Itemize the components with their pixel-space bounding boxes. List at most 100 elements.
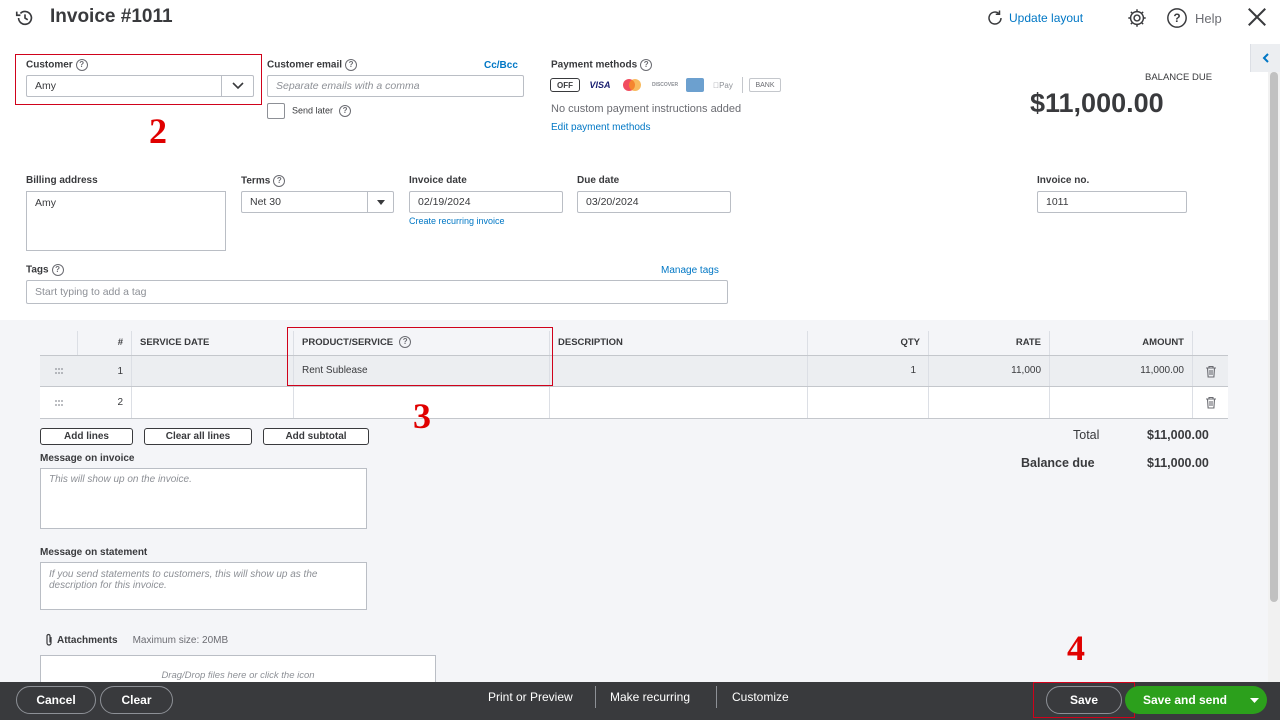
tags-input[interactable]: Start typing to add a tag (26, 280, 728, 304)
customer-label: Customer? (26, 59, 88, 71)
billing-address-label: Billing address (26, 175, 98, 186)
col-service-date-header: SERVICE DATE (131, 331, 293, 355)
customer-email-input[interactable]: Separate emails with a comma (267, 75, 524, 97)
attachments-dropzone[interactable]: Drag/Drop files here or click the icon (40, 655, 436, 685)
row-rate[interactable]: 11,000 (928, 356, 1049, 386)
attachments-max-size: Maximum size: 20MB (132, 634, 229, 646)
terms-label: Terms? (241, 175, 286, 187)
total-label: Total (1073, 428, 1100, 442)
row-service-date[interactable] (131, 356, 293, 386)
col-rate-header: RATE (928, 331, 1049, 355)
drag-handle-icon[interactable] (40, 399, 77, 407)
settings-gear-icon[interactable] (1126, 7, 1148, 32)
trash-icon[interactable] (1192, 356, 1228, 386)
row-service-date[interactable] (131, 387, 293, 418)
invoice-date-input[interactable]: 02/19/2024 (409, 191, 563, 213)
line-items-table: # SERVICE DATE PRODUCT/SERVICE? DESCRIPT… (40, 331, 1228, 420)
svg-text:?: ? (1173, 11, 1180, 25)
row-num: 1 (117, 365, 123, 377)
balance-due-label: BALANCE DUE (1145, 72, 1213, 83)
message-statement-textarea[interactable]: If you send statements to customers, thi… (40, 562, 367, 610)
customize-link[interactable]: Customize (732, 690, 789, 704)
invoice-history-icon[interactable] (14, 7, 36, 32)
billing-address-textarea[interactable]: Amy (26, 191, 226, 251)
send-later-label: Send later? (292, 105, 352, 117)
due-date-input[interactable]: 03/20/2024 (577, 191, 731, 213)
visa-icon: VISA (589, 80, 611, 90)
row-amount (1049, 387, 1192, 418)
payment-toggle[interactable]: OFF (550, 78, 580, 92)
table-row[interactable]: 1 Rent Sublease 1 11,000 11,000.00 (40, 355, 1228, 387)
tags-label: Tags? (26, 264, 64, 276)
tags-placeholder: Start typing to add a tag (35, 286, 147, 298)
mastercard-icon (620, 78, 644, 92)
update-layout-label: Update layout (1009, 11, 1084, 25)
annotation-number-3: 3 (413, 396, 431, 436)
due-date-label: Due date (577, 175, 620, 186)
row-description[interactable] (549, 356, 807, 386)
row-qty[interactable] (807, 387, 928, 418)
help-icon: ? (51, 264, 64, 276)
invoice-date-label: Invoice date (409, 175, 467, 186)
terms-value: Net 30 (250, 196, 281, 208)
discover-icon: DISCOVER (651, 82, 679, 88)
row-rate[interactable] (928, 387, 1049, 418)
update-layout-button[interactable]: Update layout (986, 9, 1083, 27)
attachments-drop-text: Drag/Drop files here or click the icon (161, 670, 315, 681)
payment-methods-row: OFF VISA DISCOVER Pay BANK (550, 77, 781, 93)
caret-down-icon[interactable] (1241, 697, 1267, 703)
send-later-checkbox[interactable] (267, 103, 285, 119)
chevron-down-icon[interactable] (221, 76, 253, 96)
edit-payment-methods-link[interactable]: Edit payment methods (551, 122, 651, 133)
scrollbar[interactable] (1268, 72, 1280, 682)
help-icon: ? (273, 175, 286, 187)
cancel-button[interactable]: Cancel (16, 686, 96, 714)
table-row[interactable]: 2 (40, 387, 1228, 419)
save-button[interactable]: Save (1046, 686, 1122, 714)
apple-pay-icon: Pay (713, 80, 733, 90)
side-panel-toggle[interactable] (1250, 44, 1280, 72)
row-description[interactable] (549, 387, 807, 418)
due-date-value: 03/20/2024 (586, 196, 639, 208)
email-placeholder: Separate emails with a comma (276, 80, 420, 92)
col-num-header: # (77, 331, 131, 355)
balance-due-total-label: Balance due (1021, 456, 1095, 470)
customer-email-label: Customer email? (267, 59, 358, 71)
refresh-icon (988, 10, 1002, 25)
col-description-header: DESCRIPTION (549, 331, 807, 355)
create-recurring-link[interactable]: Create recurring invoice (409, 216, 505, 226)
message-invoice-label: Message on invoice (40, 453, 135, 464)
make-recurring-link[interactable]: Make recurring (610, 690, 690, 704)
clear-all-lines-button[interactable]: Clear all lines (144, 428, 252, 445)
help-label: Help (1195, 10, 1222, 26)
help-button[interactable]: ? Help (1166, 7, 1222, 29)
add-lines-button[interactable]: Add lines (40, 428, 133, 445)
invoice-no-input[interactable]: 1011 (1037, 191, 1187, 213)
manage-tags-link[interactable]: Manage tags (661, 265, 719, 276)
clear-button[interactable]: Clear (100, 686, 173, 714)
invoice-date-value: 02/19/2024 (418, 196, 471, 208)
terms-select[interactable]: Net 30 (241, 191, 394, 213)
invoice-no-label: Invoice no. (1037, 175, 1090, 186)
add-subtotal-button[interactable]: Add subtotal (263, 428, 369, 445)
cc-bcc-link[interactable]: Cc/Bcc (484, 60, 518, 71)
trash-icon[interactable] (1192, 387, 1228, 418)
drag-handle-icon[interactable] (40, 367, 77, 375)
help-icon: ? (339, 105, 352, 117)
save-and-send-button[interactable]: Save and send (1125, 686, 1267, 714)
close-icon[interactable] (1246, 6, 1268, 31)
print-preview-link[interactable]: Print or Preview (488, 690, 573, 704)
help-icon: ? (640, 59, 653, 71)
row-amount: 11,000.00 (1049, 356, 1192, 386)
caret-down-icon[interactable] (367, 192, 393, 212)
row-qty[interactable]: 1 (807, 356, 928, 386)
message-invoice-textarea[interactable]: This will show up on the invoice. (40, 468, 367, 529)
customer-select[interactable]: Amy (26, 75, 254, 97)
annotation-number-4: 4 (1067, 628, 1085, 668)
amex-icon (686, 78, 704, 92)
bank-icon: BANK (749, 78, 781, 92)
footer-divider (595, 686, 596, 708)
col-amount-header: AMOUNT (1049, 331, 1192, 355)
annotation-number-2: 2 (149, 111, 167, 151)
total-value: $11,000.00 (1147, 428, 1209, 442)
